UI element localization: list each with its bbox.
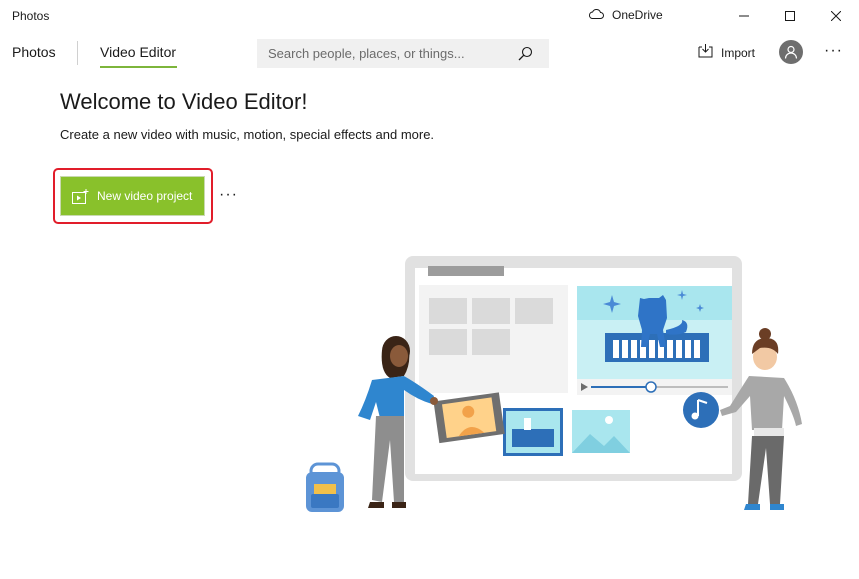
onedrive-button[interactable]: OneDrive bbox=[588, 8, 663, 22]
nav-bar: Photos Video Editor Import ··· bbox=[0, 32, 859, 76]
active-tab-indicator bbox=[100, 66, 177, 68]
close-button[interactable] bbox=[813, 0, 859, 32]
keyboard bbox=[605, 333, 709, 362]
search-icon[interactable] bbox=[517, 46, 533, 67]
new-video-project-label: New video project bbox=[97, 189, 193, 203]
minimize-button[interactable] bbox=[721, 0, 767, 32]
minimize-icon bbox=[739, 15, 749, 17]
onedrive-label: OneDrive bbox=[612, 8, 663, 22]
import-icon bbox=[698, 44, 713, 61]
maximize-icon bbox=[785, 11, 795, 21]
cloud-icon bbox=[588, 8, 604, 22]
screen-title-bar bbox=[428, 266, 504, 276]
page-subtitle: Create a new video with music, motion, s… bbox=[60, 127, 435, 142]
tab-photos[interactable]: Photos bbox=[12, 44, 56, 60]
title-bar: Photos OneDrive bbox=[0, 0, 859, 32]
video-editor-illustration bbox=[306, 256, 802, 512]
import-button[interactable]: Import bbox=[698, 44, 755, 61]
search-input[interactable] bbox=[268, 46, 508, 61]
video-project-icon bbox=[72, 188, 89, 204]
page-title: Welcome to Video Editor! bbox=[60, 89, 308, 114]
close-icon bbox=[831, 11, 841, 21]
maximize-button[interactable] bbox=[767, 0, 813, 32]
app-title: Photos bbox=[12, 9, 50, 23]
more-options-menu-button[interactable]: ··· bbox=[824, 42, 843, 60]
person-icon bbox=[784, 45, 798, 59]
more-options-button[interactable]: ··· bbox=[219, 186, 238, 204]
search-box[interactable] bbox=[257, 39, 549, 68]
tab-video-editor[interactable]: Video Editor bbox=[100, 44, 176, 60]
music-note bbox=[683, 392, 719, 428]
tab-divider bbox=[77, 41, 78, 65]
avatar[interactable] bbox=[779, 40, 803, 64]
import-label: Import bbox=[721, 45, 756, 60]
new-video-project-button[interactable]: New video project bbox=[60, 176, 205, 216]
